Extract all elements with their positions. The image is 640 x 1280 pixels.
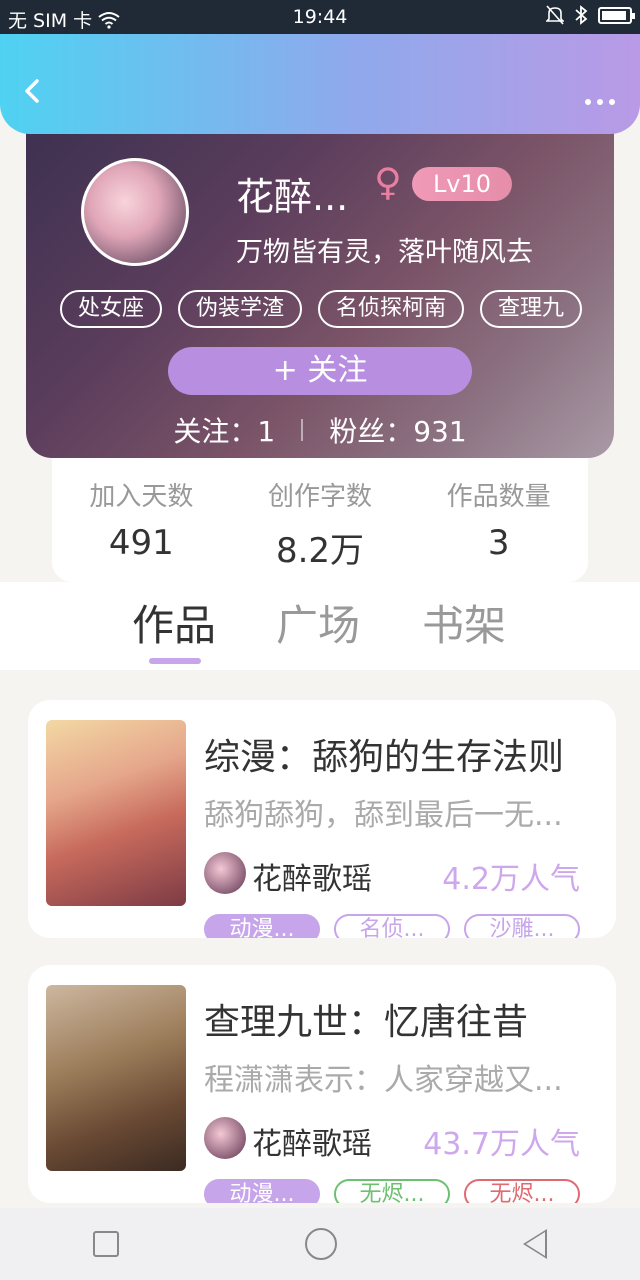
author-avatar[interactable] (204, 1117, 246, 1159)
book-card[interactable]: 查理九世：忆唐往昔 程潇潇表示：人家穿越又... 花醉歌瑶 43.7万人气 动漫… (28, 965, 616, 1203)
book-cover[interactable] (46, 720, 186, 906)
clock: 19:44 (292, 6, 348, 28)
book-tags: 动漫... 无烬... 无烬... (204, 1179, 580, 1203)
home-icon[interactable] (305, 1228, 337, 1260)
book-card[interactable]: 综漫：舔狗的生存法则 舔狗舔狗，舔到最后一无... 花醉歌瑶 4.2万人气 动漫… (28, 700, 616, 938)
system-nav-bar (0, 1208, 640, 1280)
book-description: 程潇潇表示：人家穿越又... (204, 1063, 563, 1098)
stat-value: 3 (487, 523, 510, 563)
book-tag[interactable]: 无烬... (334, 1179, 450, 1203)
recent-apps-icon[interactable] (93, 1231, 119, 1257)
book-tags: 动漫... 名侦... 沙雕... (204, 914, 580, 938)
stat-label: 作品数量 (446, 482, 551, 512)
back-triangle-icon[interactable] (523, 1229, 547, 1259)
tab-square[interactable]: 广场 (276, 592, 360, 653)
stat-label: 加入天数 (89, 482, 194, 512)
stat-label: 创作字数 (268, 482, 373, 512)
stat-value: 491 (108, 523, 174, 563)
profile-tags: 处女座 伪装学渣 名侦探柯南 查理九 (60, 290, 614, 328)
profile-card: 花醉... ♀ Lv10 万物皆有灵，落叶随风去 处女座 伪装学渣 名侦探柯南 … (26, 100, 614, 458)
book-title[interactable]: 查理九世：忆唐往昔 (204, 993, 528, 1045)
author-name[interactable]: 花醉歌瑶 (252, 1119, 372, 1163)
chevron-left-icon (25, 79, 39, 103)
status-bar: 无 SIM 卡 19:44 (0, 0, 640, 34)
divider (301, 419, 304, 441)
female-icon: ♀ (374, 160, 402, 204)
stat-works-count: 作品数量 3 (409, 458, 588, 582)
stat-join-days: 加入天数 491 (52, 458, 231, 582)
stats-panel: 加入天数 491 创作字数 8.2万 作品数量 3 (52, 458, 588, 582)
stat-word-count: 创作字数 8.2万 (231, 458, 410, 582)
more-button[interactable] (584, 80, 616, 113)
tab-works[interactable]: 作品 (132, 592, 216, 653)
popularity-count: 4.2万人气 (442, 862, 580, 897)
back-button[interactable] (18, 76, 48, 106)
follow-button[interactable]: + 关注 (168, 347, 472, 395)
book-tag[interactable]: 动漫... (204, 1179, 320, 1203)
user-motto: 万物皆有灵，落叶随风去 (236, 237, 533, 268)
follow-counts: 关注：1 粉丝：931 (26, 410, 614, 450)
bluetooth-icon (575, 5, 588, 25)
book-tag[interactable]: 沙雕... (464, 914, 580, 938)
popularity-count: 43.7万人气 (423, 1127, 580, 1162)
fans-count[interactable]: 粉丝：931 (329, 410, 466, 450)
book-title[interactable]: 综漫：舔狗的生存法则 (204, 728, 564, 780)
content-tabs: 作品 广场 书架 (0, 582, 640, 670)
tab-indicator (149, 658, 201, 664)
app-header (0, 34, 640, 134)
user-name: 花醉... (236, 175, 349, 219)
tab-bookshelf[interactable]: 书架 (422, 592, 506, 653)
book-tag[interactable]: 名侦... (334, 914, 450, 938)
battery-icon (598, 6, 635, 24)
following-count[interactable]: 关注：1 (173, 410, 275, 450)
mute-bell-icon (546, 5, 564, 25)
book-tag[interactable]: 无烬... (464, 1179, 580, 1203)
avatar[interactable] (81, 158, 189, 266)
author-name[interactable]: 花醉歌瑶 (252, 854, 372, 898)
book-description: 舔狗舔狗，舔到最后一无... (204, 798, 563, 833)
book-cover[interactable] (46, 985, 186, 1171)
profile-tag[interactable]: 伪装学渣 (178, 290, 303, 328)
level-badge: Lv10 (412, 167, 512, 201)
stat-value: 8.2万 (275, 531, 365, 571)
profile-tag[interactable]: 查理九 (480, 290, 583, 328)
more-dots-icon (585, 99, 615, 105)
author-avatar[interactable] (204, 852, 246, 894)
profile-tag[interactable]: 名侦探柯南 (318, 290, 465, 328)
book-tag[interactable]: 动漫... (204, 914, 320, 938)
profile-tag[interactable]: 处女座 (60, 290, 163, 328)
